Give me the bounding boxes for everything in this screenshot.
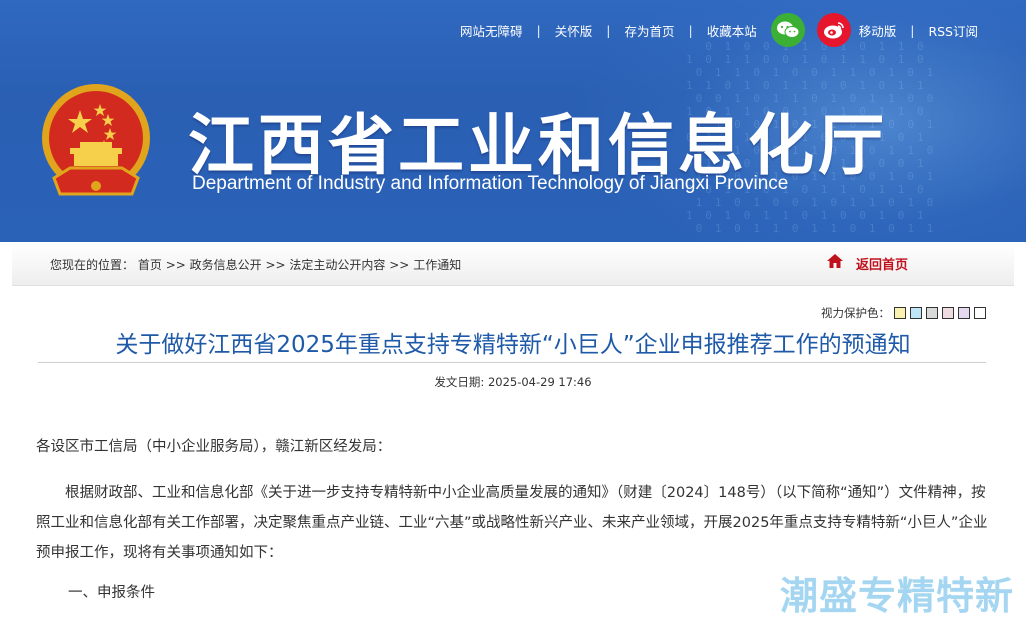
watermark: 潮盛专精特新 <box>779 574 1014 618</box>
color-swatch-blue[interactable] <box>910 307 922 319</box>
nav-separator: | <box>606 22 611 38</box>
article-title: 关于做好江西省2025年重点支持专精特新“小巨人”企业申报推荐工作的预通知 <box>115 332 911 358</box>
nav-separator: | <box>688 22 693 38</box>
site-title-english: Department of Industry and Information T… <box>192 173 789 194</box>
vision-label: 视力保护色： <box>821 306 890 320</box>
weibo-icon[interactable] <box>816 13 851 47</box>
set-homepage-link[interactable]: 存为首页 <box>624 21 674 40</box>
publish-date-label: 发文日期: <box>434 375 485 389</box>
color-swatch-yellow[interactable] <box>894 307 906 319</box>
vision-protection-colors: 视力保护色： <box>821 305 986 321</box>
accessibility-link[interactable]: 网站无障碍 <box>460 21 523 40</box>
color-swatch-purple[interactable] <box>958 307 970 319</box>
breadcrumb-bar: 您现在的位置： 首页 >> 政务信息公开 >> 法定主动公开内容 >> 工作通知… <box>12 243 1014 286</box>
title-divider <box>38 362 986 363</box>
breadcrumb-home[interactable]: 首页 <box>138 258 162 272</box>
breadcrumb-prefix: 您现在的位置： <box>50 258 135 272</box>
breadcrumb-public-content[interactable]: 法定主动公开内容 <box>289 258 385 272</box>
nav-separator: | <box>910 22 915 38</box>
article-paragraph: 根据财政部、工业和信息化部《关于进一步支持专精特新中小企业高质量发展的通知》（财… <box>36 485 988 561</box>
rss-link[interactable]: RSS订阅 <box>928 21 978 40</box>
return-home-label: 返回首页 <box>856 257 909 273</box>
mobile-version-link[interactable]: 移动版 <box>859 21 897 40</box>
return-home-button[interactable]: 返回首页 <box>826 253 908 273</box>
home-icon <box>826 253 844 273</box>
color-swatch-white[interactable] <box>974 307 986 319</box>
breadcrumb-work-notice[interactable]: 工作通知 <box>413 258 461 272</box>
nav-separator: | <box>536 22 541 38</box>
color-swatch-pink[interactable] <box>942 307 954 319</box>
wechat-icon[interactable] <box>770 13 805 47</box>
bookmark-link[interactable]: 收藏本站 <box>707 21 757 40</box>
breadcrumb-gov-info[interactable]: 政务信息公开 <box>190 258 262 272</box>
breadcrumb: 您现在的位置： 首页 >> 政务信息公开 >> 法定主动公开内容 >> 工作通知 <box>50 256 461 273</box>
publish-date: 发文日期: 2025-04-29 17:46 <box>12 374 1014 390</box>
national-emblem-icon <box>40 82 152 200</box>
article-salutation: 各设区市工信局（中小企业服务局），赣江新区经发局： <box>36 439 392 455</box>
top-nav: 网站无障碍 | 关怀版 | 存为首页 | 收藏本站 移动版 | RSS订阅 <box>460 12 978 48</box>
site-header: 0 1 0 0 1 1 0 1 0 1 1 0 1 0 1 1 0 0 1 0 … <box>0 0 1026 242</box>
article-panel: 视力保护色： 关于做好江西省2025年重点支持专精特新“小巨人”企业申报推荐工作… <box>12 286 1014 618</box>
breadcrumb-separator: >> <box>165 258 186 272</box>
color-swatch-gray[interactable] <box>926 307 938 319</box>
breadcrumb-separator: >> <box>265 258 286 272</box>
care-mode-link[interactable]: 关怀版 <box>555 21 593 40</box>
publish-date-value: 2025-04-29 17:46 <box>487 375 592 389</box>
breadcrumb-separator: >> <box>389 258 410 272</box>
